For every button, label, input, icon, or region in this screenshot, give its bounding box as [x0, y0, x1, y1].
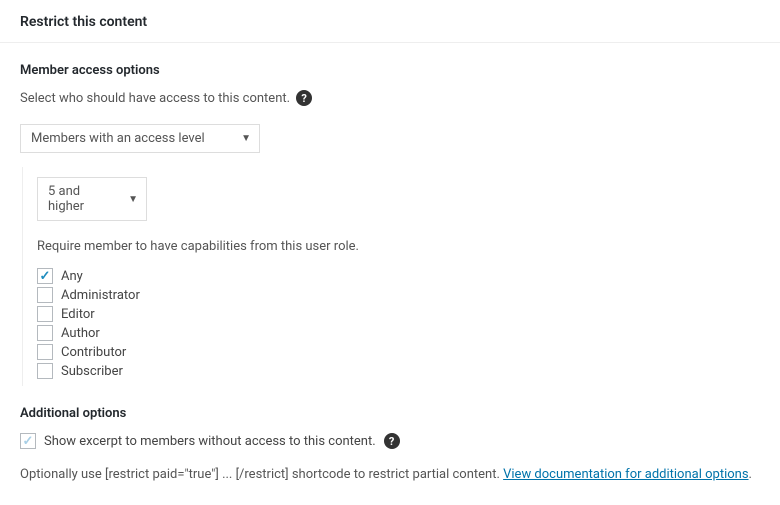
role-checkbox-administrator[interactable]: [37, 287, 53, 303]
role-row-author: Author: [37, 325, 760, 341]
show-excerpt-checkbox[interactable]: [20, 433, 36, 449]
chevron-down-icon: ▼: [128, 194, 138, 205]
access-type-select[interactable]: Members with an access level ▼: [20, 124, 260, 153]
role-row-contributor: Contributor: [37, 344, 760, 360]
role-row-editor: Editor: [37, 306, 760, 322]
restrict-content-panel: Restrict this content Member access opti…: [0, 0, 780, 495]
role-label-author: Author: [61, 326, 100, 341]
role-row-administrator: Administrator: [37, 287, 760, 303]
role-capabilities-note: Require member to have capabilities from…: [37, 239, 760, 254]
documentation-link[interactable]: View documentation for additional option…: [503, 467, 748, 482]
role-checkbox-any[interactable]: [37, 268, 53, 284]
show-excerpt-label: Show excerpt to members without access t…: [44, 434, 376, 449]
role-checkbox-author[interactable]: [37, 325, 53, 341]
help-icon[interactable]: ?: [384, 433, 400, 449]
role-label-any: Any: [61, 269, 83, 284]
access-level-subbox: 5 and higher ▼ Require member to have ca…: [22, 167, 760, 386]
role-label-subscriber: Subscriber: [61, 364, 123, 379]
panel-body: Member access options Select who should …: [0, 43, 780, 495]
role-label-contributor: Contributor: [61, 345, 126, 360]
role-label-administrator: Administrator: [61, 288, 140, 303]
additional-options-title: Additional options: [20, 406, 760, 421]
role-checkbox-contributor[interactable]: [37, 344, 53, 360]
member-access-title: Member access options: [20, 63, 760, 78]
shortcode-footnote-text: Optionally use [restrict paid="true"] ..…: [20, 467, 503, 482]
role-row-any: Any: [37, 268, 760, 284]
role-checkbox-editor[interactable]: [37, 306, 53, 322]
access-type-select-label: Members with an access level: [31, 131, 205, 146]
shortcode-footnote-suffix: .: [749, 467, 752, 482]
shortcode-footnote: Optionally use [restrict paid="true"] ..…: [20, 465, 760, 485]
access-level-select-label: 5 and higher: [48, 184, 114, 214]
role-checkbox-subscriber[interactable]: [37, 363, 53, 379]
access-help-row: Select who should have access to this co…: [20, 90, 760, 106]
help-icon[interactable]: ?: [296, 90, 312, 106]
access-level-select[interactable]: 5 and higher ▼: [37, 177, 147, 221]
show-excerpt-row: Show excerpt to members without access t…: [20, 433, 760, 449]
access-help-text: Select who should have access to this co…: [20, 91, 290, 106]
role-label-editor: Editor: [61, 307, 95, 322]
chevron-down-icon: ▼: [241, 133, 251, 144]
role-row-subscriber: Subscriber: [37, 363, 760, 379]
panel-title: Restrict this content: [0, 0, 780, 43]
